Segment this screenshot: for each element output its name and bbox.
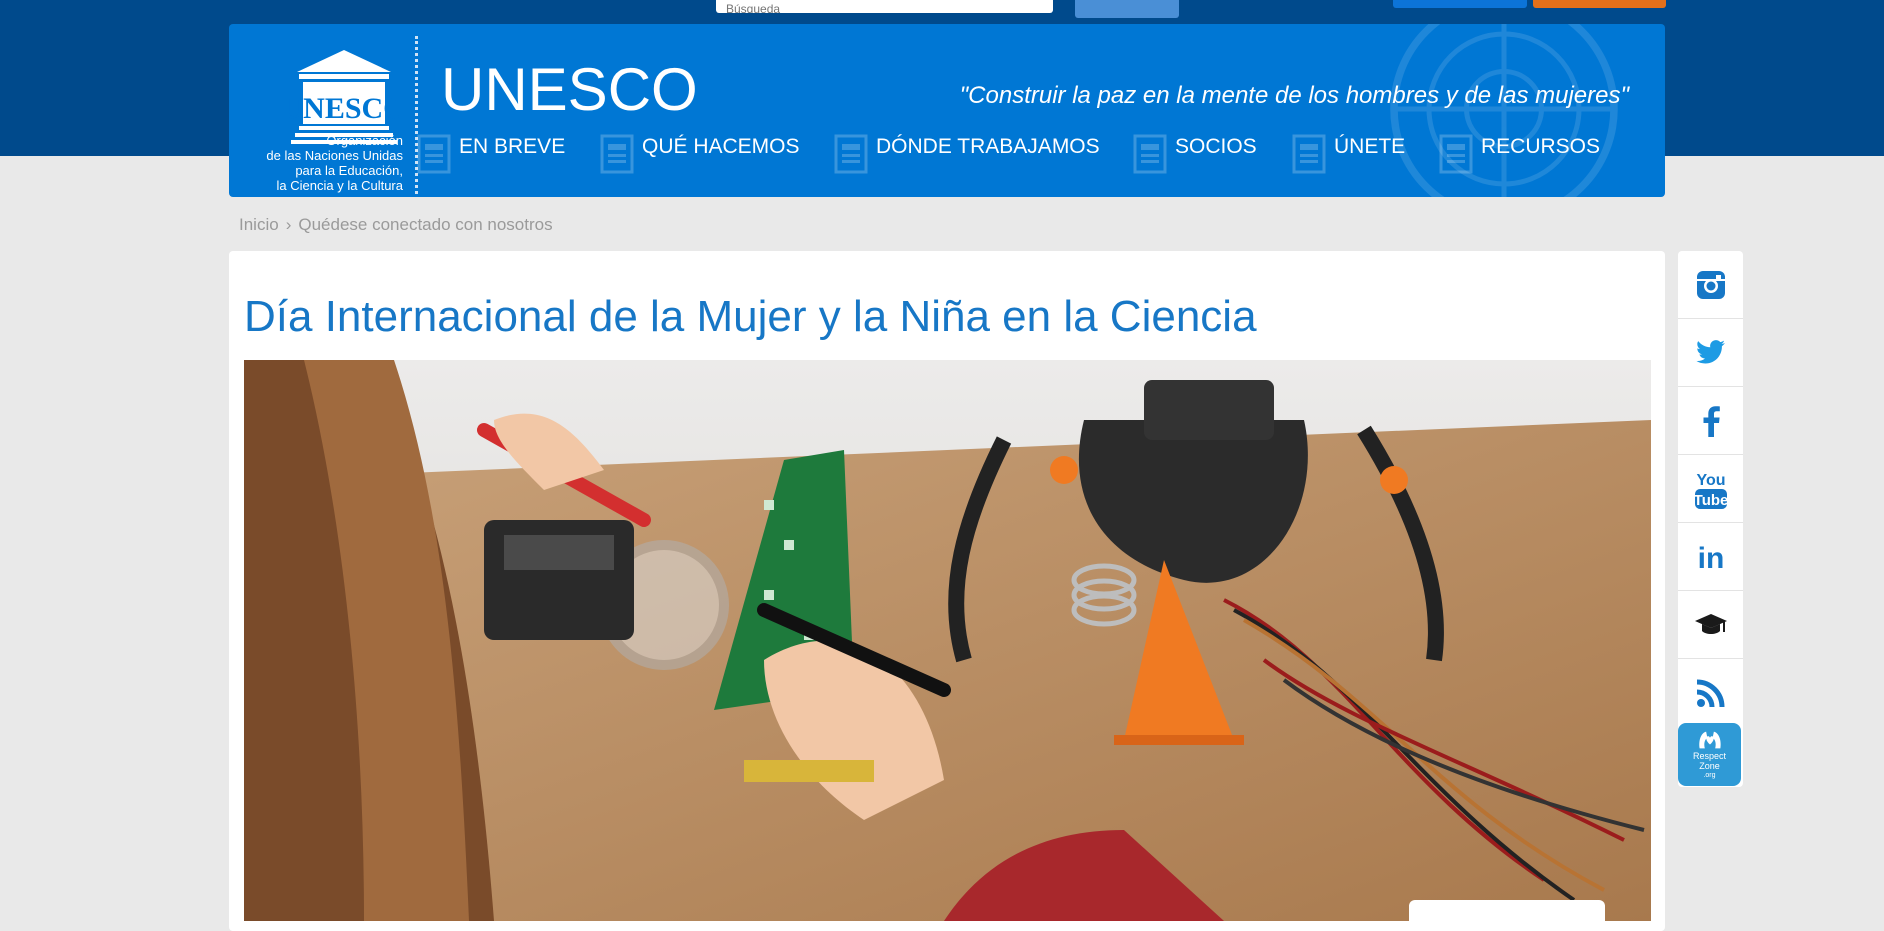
linkedin-text: in	[1697, 542, 1724, 573]
respect-zone-link[interactable]: Respect Zone .org	[1678, 723, 1741, 786]
nav-item-recursos[interactable]: RECURSOS	[1439, 128, 1601, 174]
breadcrumb-home-link[interactable]: Inicio	[239, 215, 279, 234]
nav-label: DÓNDE TRABAJAMOS	[876, 135, 1100, 158]
respect-zone-line: Respect	[1692, 751, 1727, 761]
hero-image-illustration	[244, 360, 1651, 921]
nav-label: ÚNETE	[1334, 135, 1406, 158]
content-card: Día Internacional de la Mujer y la Niña …	[229, 251, 1665, 931]
respect-zone-icon	[1698, 731, 1721, 749]
rss-icon	[1696, 679, 1724, 707]
svg-text:UNESCO: UNESCO	[289, 92, 399, 125]
news-icon	[834, 134, 868, 174]
linkedin-link[interactable]: in	[1678, 523, 1743, 591]
instagram-link[interactable]	[1678, 251, 1743, 319]
search-box[interactable]	[716, 0, 1053, 13]
news-icon	[1133, 134, 1167, 174]
rss-link[interactable]	[1678, 659, 1743, 726]
respect-zone-text: Respect Zone .org	[1693, 751, 1726, 786]
education-link[interactable]	[1678, 591, 1743, 659]
breadcrumb-separator: ›	[285, 215, 292, 234]
nav-item-en-breve[interactable]: EN BREVE	[417, 128, 566, 174]
news-icon	[600, 134, 634, 174]
news-icon	[1439, 134, 1473, 174]
twitter-link[interactable]	[1678, 319, 1743, 387]
news-icon	[417, 134, 451, 174]
youtube-text-top: You	[1696, 472, 1725, 489]
breadcrumb-current: Quédese conectado con nosotros	[298, 215, 553, 234]
youtube-icon: You Tube	[1694, 472, 1728, 509]
site-header: UNESCO Organización de las Naciones Unid…	[229, 24, 1665, 197]
search-button[interactable]	[1075, 0, 1179, 18]
nav-item-unete[interactable]: ÚNETE	[1292, 128, 1406, 174]
youtube-text-bottom: Tube	[1694, 492, 1728, 509]
nav-label: RECURSOS	[1481, 135, 1601, 158]
respect-zone-line: Zone	[1699, 761, 1720, 771]
site-title[interactable]: UNESCO	[441, 56, 698, 124]
nav-item-socios[interactable]: SOCIOS	[1133, 128, 1257, 174]
nav-item-donde-trabajamos[interactable]: DÓNDE TRABAJAMOS	[834, 128, 1100, 174]
facebook-icon	[1703, 405, 1720, 437]
search-input[interactable]	[716, 2, 1053, 13]
page-title: Día Internacional de la Mujer y la Niña …	[244, 292, 1257, 341]
nav-label: SOCIOS	[1175, 135, 1257, 158]
breadcrumb: Inicio › Quédese conectado con nosotros	[239, 215, 553, 235]
top-orange-button[interactable]	[1533, 0, 1666, 8]
linkedin-icon: in	[1697, 542, 1724, 573]
youtube-link[interactable]: You Tube	[1678, 455, 1743, 523]
nav-label: EN BREVE	[459, 135, 566, 158]
org-line: la Ciencia y la Cultura	[276, 178, 403, 193]
respect-zone-line: .org	[1703, 772, 1716, 779]
instagram-icon	[1696, 270, 1725, 299]
graduation-cap-icon	[1694, 613, 1727, 634]
top-blue-button[interactable]	[1393, 0, 1527, 8]
social-sidebar: You Tube in Respect Zone .org	[1678, 251, 1743, 787]
nav-item-que-hacemos[interactable]: QUÉ HACEMOS	[600, 128, 800, 174]
facebook-link[interactable]	[1678, 387, 1743, 455]
hero-image	[244, 360, 1651, 921]
twitter-icon	[1695, 339, 1725, 363]
news-icon	[1292, 134, 1326, 174]
nav-label: QUÉ HACEMOS	[642, 135, 800, 158]
site-motto: "Construir la paz en la mente de los hom…	[959, 82, 1629, 109]
main-nav: EN BREVE QUÉ HACEMOS DÓNDE TRABAJAMOS SO…	[229, 128, 1665, 174]
